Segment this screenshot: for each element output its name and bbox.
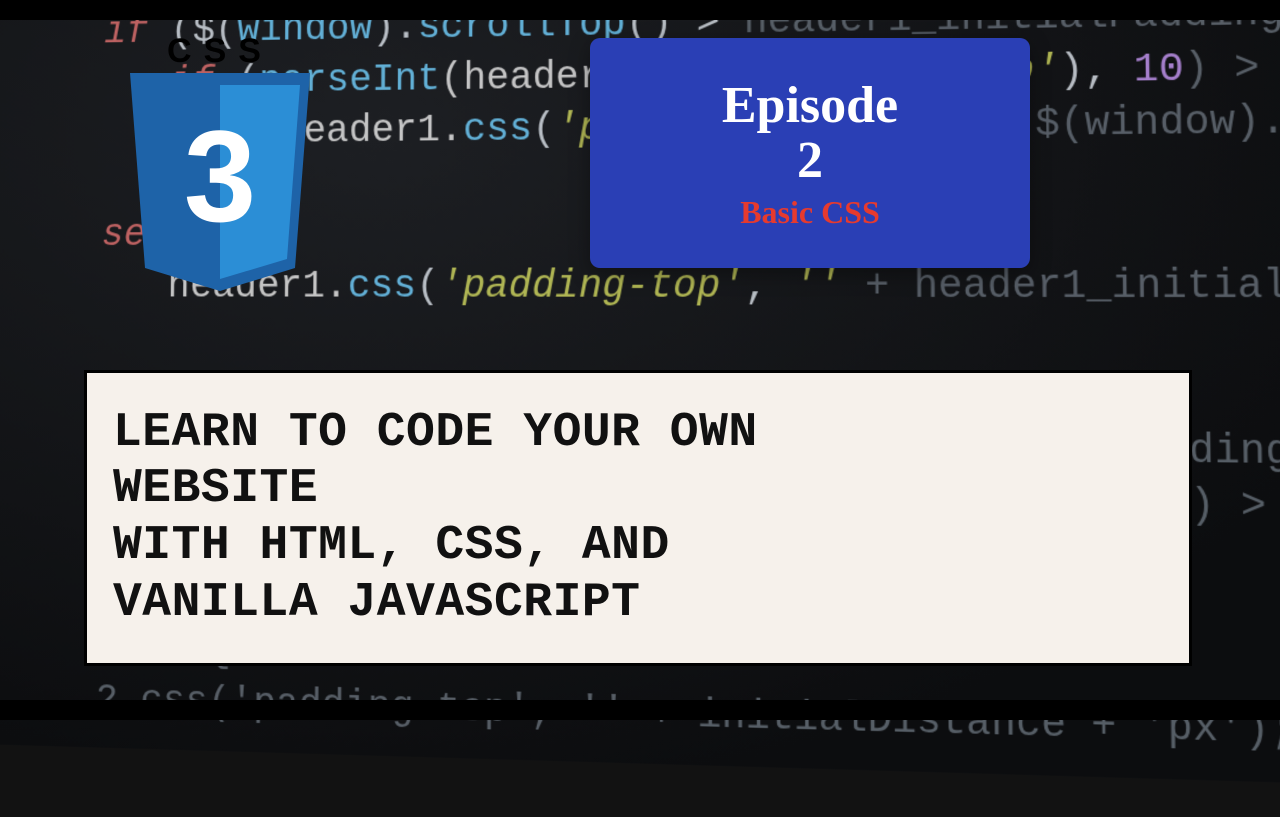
- title-line-4: VANILLA JAVASCRIPT: [113, 575, 1163, 632]
- letterbox-top: [0, 0, 1280, 20]
- css3-logo-glyph: 3: [125, 73, 315, 293]
- title-line-3: WITH HTML, CSS, AND: [113, 518, 1163, 575]
- episode-number: 2: [797, 131, 823, 190]
- letterbox-bottom: [0, 700, 1280, 720]
- episode-badge: Episode 2 Basic CSS: [590, 38, 1030, 268]
- css3-logo: CSS 3: [120, 32, 320, 293]
- css3-shield-icon: 3: [125, 73, 315, 293]
- title-line-1: LEARN TO CODE YOUR OWN: [113, 405, 1163, 462]
- title-line-2: WEBSITE: [113, 461, 1163, 518]
- css3-logo-label: CSS: [120, 32, 320, 71]
- title-card: LEARN TO CODE YOUR OWN WEBSITE WITH HTML…: [84, 370, 1192, 666]
- episode-word: Episode: [722, 76, 898, 135]
- episode-subtitle: Basic CSS: [740, 194, 880, 231]
